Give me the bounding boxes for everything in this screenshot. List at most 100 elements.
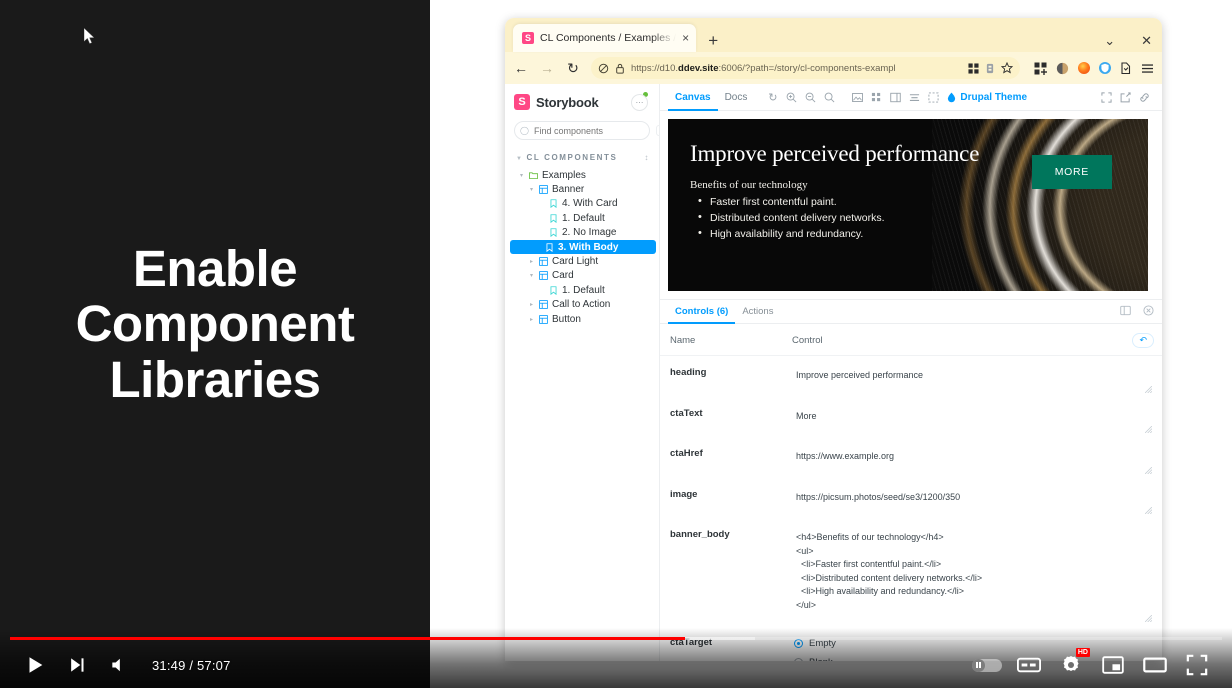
tree-item-card-light[interactable]: ▸ Card Light (514, 254, 650, 268)
control-input-ctaHref[interactable]: https://www.example.org (792, 446, 1154, 474)
theme-switcher[interactable]: Drupal Theme (947, 92, 1027, 103)
volume-button[interactable] (98, 642, 140, 688)
background-icon[interactable] (848, 84, 867, 111)
zoom-reset-icon[interactable] (820, 84, 839, 111)
settings-button[interactable]: HD (1050, 642, 1092, 688)
tree-item-button[interactable]: ▸ Button (514, 312, 650, 326)
tab-controls[interactable]: Controls (6) (668, 300, 735, 324)
control-input-image[interactable]: https://picsum.photos/seed/se3/1200/350 (792, 487, 1154, 515)
reload-button[interactable]: ↻ (565, 60, 581, 77)
browser-tab-title: CL Components / Examples / (540, 32, 677, 44)
miniplayer-button[interactable] (1092, 642, 1134, 688)
banner-subheading: Benefits of our technology (690, 178, 808, 191)
control-input-ctaText[interactable]: More (792, 406, 1154, 434)
search-box[interactable]: ◯ / (514, 121, 669, 140)
viewport-icon[interactable] (886, 84, 905, 111)
search-input[interactable] (533, 125, 651, 136)
resize-grip-icon[interactable] (1144, 466, 1153, 474)
banner-cta-button[interactable]: MORE (1031, 155, 1112, 189)
panel-position-icon[interactable] (1120, 305, 1131, 319)
copy-link-icon[interactable] (1135, 84, 1154, 111)
tree-twisty-icon[interactable]: ▾ (518, 172, 525, 179)
youtube-video-player[interactable]: Enable Component Libraries S CL Componen… (0, 0, 1232, 688)
control-input-heading[interactable]: Improve perceived performance (792, 365, 1154, 393)
expand-collapse-icon[interactable]: ↕ (644, 153, 650, 162)
tab-canvas[interactable]: Canvas (668, 84, 718, 111)
container-icon[interactable] (985, 63, 995, 74)
browser-window: S CL Components / Examples / × + ⌄ ✕ ← →… (505, 18, 1162, 661)
resize-grip-icon[interactable] (1144, 425, 1153, 434)
forward-button[interactable]: → (539, 60, 555, 76)
firefox-account-icon[interactable] (1078, 62, 1090, 74)
tab-actions[interactable]: Actions (735, 300, 780, 324)
tree-item-3-with-body[interactable]: 3. With Body (510, 239, 656, 255)
resize-grip-icon[interactable] (1144, 385, 1153, 393)
url-text[interactable]: https://d10.ddev.site:6006/?path=/story/… (631, 63, 962, 74)
component-tree: ▾ Examples ▾ Banner 4. With Card 1. Default 2.… (510, 168, 656, 326)
tree-twisty-icon[interactable]: ▸ (528, 316, 535, 323)
tree-item-2-no-image[interactable]: 2. No Image (514, 226, 650, 240)
outline-icon[interactable] (924, 84, 943, 111)
extensions-icon[interactable] (968, 62, 979, 74)
tree-twisty-icon[interactable]: ▾ (528, 186, 535, 193)
tree-twisty-icon[interactable]: ▸ (528, 301, 535, 308)
played-bar (10, 637, 686, 640)
resize-grip-icon[interactable] (1144, 614, 1153, 623)
storybook-main: Canvas Docs ↻ Drupal Theme Improve perce… (660, 84, 1162, 661)
close-panel-icon[interactable] (1143, 304, 1154, 319)
sidebar-section-header[interactable]: ▼ CL COMPONENTS ↕ (514, 153, 650, 162)
reset-controls-button[interactable]: ↶ (1132, 333, 1154, 348)
app-menu-icon[interactable] (1141, 62, 1154, 75)
remount-icon[interactable]: ↻ (763, 84, 782, 111)
close-window-icon[interactable]: ✕ (1141, 34, 1152, 47)
control-input-banner_body[interactable]: <h4>Benefits of our technology</h4> <ul>… (792, 527, 1154, 622)
zoom-out-icon[interactable] (801, 84, 820, 111)
addon-panel-actions (1120, 304, 1154, 319)
close-tab-icon[interactable]: × (682, 32, 689, 44)
zoom-in-icon[interactable] (782, 84, 801, 111)
play-button[interactable] (14, 642, 56, 688)
tree-item-call-to-action[interactable]: ▸ Call to Action (514, 298, 650, 312)
storybook-favicon-icon: S (522, 32, 534, 44)
tree-item-card[interactable]: ▾ Card (514, 269, 650, 283)
resize-grip-icon[interactable] (1144, 506, 1153, 515)
tree-item-examples[interactable]: ▾ Examples (514, 168, 650, 182)
addon-tabbar: Controls (6) Actions (660, 300, 1162, 324)
container-tabs-icon[interactable] (1056, 62, 1069, 75)
banner-bullet-list: Faster first contentful paint.Distribute… (690, 193, 1004, 243)
shield-icon[interactable] (1099, 62, 1111, 74)
tree-item-label: 1. Default (562, 284, 605, 296)
sidebar-menu-button[interactable]: ⋯ (631, 94, 648, 111)
fullscreen-icon[interactable] (1097, 84, 1116, 111)
url-bar[interactable]: https://d10.ddev.site:6006/?path=/story/… (591, 57, 1020, 79)
tree-item-4-with-card[interactable]: 4. With Card (514, 197, 650, 211)
tree-twisty-icon[interactable]: ▾ (528, 272, 535, 279)
open-new-tab-icon[interactable] (1116, 84, 1135, 111)
addon-panel: Controls (6) Actions Name Control ↶ head… (660, 299, 1162, 661)
tree-item-1-default[interactable]: 1. Default (514, 283, 650, 297)
grid-icon[interactable] (867, 84, 886, 111)
autoplay-toggle[interactable] (966, 642, 1008, 688)
tab-docs[interactable]: Docs (718, 84, 755, 111)
browser-toolbar-icons (1030, 61, 1154, 75)
tree-item-banner[interactable]: ▾ Banner (514, 182, 650, 196)
tree-twisty-icon[interactable]: ▸ (528, 258, 535, 265)
fullscreen-button[interactable] (1176, 642, 1218, 688)
bookmark-star-icon[interactable] (1001, 62, 1013, 74)
tree-item-1-default[interactable]: 1. Default (514, 211, 650, 225)
theater-mode-button[interactable] (1134, 642, 1176, 688)
storybook-brand[interactable]: S Storybook ⋯ (514, 92, 650, 111)
pocket-icon[interactable] (1120, 61, 1132, 75)
extensions-grid-icon[interactable] (1034, 62, 1047, 75)
subtitles-button[interactable] (1008, 642, 1050, 688)
story-canvas: Improve perceived performance Benefits o… (660, 111, 1162, 291)
no-tracking-icon[interactable] (598, 63, 609, 74)
new-tab-button[interactable]: + (708, 32, 718, 49)
browser-tab[interactable]: S CL Components / Examples / × (513, 24, 697, 52)
back-button[interactable]: ← (513, 60, 529, 76)
list-all-tabs-icon[interactable]: ⌄ (1104, 34, 1115, 47)
measure-icon[interactable] (905, 84, 924, 111)
lock-icon[interactable] (615, 63, 625, 74)
next-video-button[interactable] (56, 642, 98, 688)
progress-bar[interactable] (10, 637, 1222, 640)
